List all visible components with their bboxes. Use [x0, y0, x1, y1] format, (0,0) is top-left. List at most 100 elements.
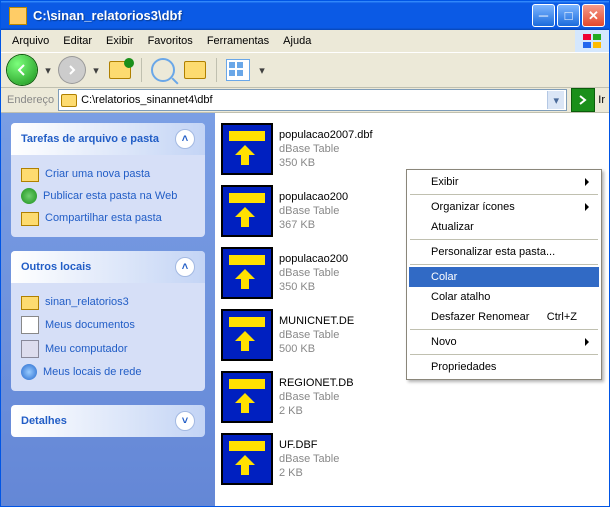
place-computer[interactable]: Meu computador: [21, 337, 195, 361]
separator: [410, 329, 598, 330]
file-size: 2 KB: [279, 466, 339, 480]
go-button[interactable]: [571, 88, 595, 112]
world-icon: [21, 188, 37, 204]
address-input[interactable]: C:\relatorios_sinannet4\dbf ▾: [58, 89, 567, 111]
details-title: Detalhes: [21, 415, 67, 427]
maximize-button[interactable]: □: [557, 4, 580, 27]
place-parent[interactable]: sinan_relatorios3: [21, 291, 195, 313]
back-button[interactable]: [7, 55, 37, 85]
place-network[interactable]: Meus locais de rede: [21, 361, 195, 383]
folders-button[interactable]: [182, 57, 208, 83]
menu-favoritos[interactable]: Favoritos: [141, 32, 200, 50]
menu-ajuda[interactable]: Ajuda: [276, 32, 318, 50]
search-icon: [151, 58, 175, 82]
separator: [410, 264, 598, 265]
computer-icon: [21, 340, 39, 358]
menu-exibir[interactable]: Exibir: [99, 32, 141, 50]
context-label: Colar atalho: [431, 291, 490, 303]
search-button[interactable]: [150, 57, 176, 83]
context-item[interactable]: Colar: [409, 267, 599, 287]
task-new-folder[interactable]: Criar uma nova pasta: [21, 163, 195, 185]
folder-icon: [21, 168, 39, 182]
address-label: Endereço: [7, 94, 54, 106]
context-item[interactable]: Propriedades: [409, 357, 599, 377]
folder-icon: [61, 94, 77, 107]
views-icon: [226, 59, 250, 81]
separator: [410, 239, 598, 240]
back-dropdown[interactable]: ▾: [43, 64, 53, 77]
places-title: Outros locais: [21, 261, 91, 273]
file-size: 500 KB: [279, 342, 354, 356]
context-menu: Exibir Organizar ícones Atualizar Personali…: [406, 169, 602, 380]
file-name: MUNICNET.DE: [279, 314, 354, 328]
task-share[interactable]: Compartilhar esta pasta: [21, 207, 195, 229]
place-documents[interactable]: Meus documentos: [21, 313, 195, 337]
file-name: UF.DBF: [279, 438, 339, 452]
context-label: Exibir: [431, 176, 459, 188]
file-size: 367 KB: [279, 218, 348, 232]
task-publish[interactable]: Publicar esta pasta na Web: [21, 185, 195, 207]
documents-icon: [21, 316, 39, 334]
minimize-button[interactable]: ─: [532, 4, 555, 27]
separator: [410, 354, 598, 355]
menu-arquivo[interactable]: Arquivo: [5, 32, 56, 50]
menu-editar[interactable]: Editar: [56, 32, 99, 50]
tasks-header[interactable]: Tarefas de arquivo e pasta ˄: [11, 123, 205, 155]
dbf-file-icon: [221, 433, 273, 485]
file-size: 2 KB: [279, 404, 354, 418]
context-label: Desfazer Renomear: [431, 311, 529, 323]
separator: [216, 58, 217, 82]
context-item[interactable]: Atualizar: [409, 217, 599, 237]
file-name: populacao200: [279, 252, 348, 266]
places-header[interactable]: Outros locais ˄: [11, 251, 205, 283]
menu-ferramentas[interactable]: Ferramentas: [200, 32, 276, 50]
file-size: 350 KB: [279, 156, 373, 170]
close-button[interactable]: ✕: [582, 4, 605, 27]
context-label: Organizar ícones: [431, 201, 515, 213]
tasks-title: Tarefas de arquivo e pasta: [21, 133, 159, 145]
file-item[interactable]: UF.DBFdBase Table2 KB: [221, 433, 603, 485]
file-name: populacao2007.dbf: [279, 128, 373, 142]
details-header[interactable]: Detalhes ˅: [11, 405, 205, 437]
file-type: dBase Table: [279, 204, 348, 218]
go-label: Ir: [598, 94, 605, 106]
context-item[interactable]: Exibir: [409, 172, 599, 192]
shortcut: Ctrl+Z: [547, 311, 577, 323]
file-type: dBase Table: [279, 142, 373, 156]
menubar: Arquivo Editar Exibir Favoritos Ferramen…: [1, 30, 609, 52]
file-type: dBase Table: [279, 452, 339, 466]
context-label: Atualizar: [431, 221, 474, 233]
views-dropdown[interactable]: ▾: [257, 64, 267, 77]
details-panel: Detalhes ˅: [11, 405, 205, 437]
context-item[interactable]: Personalizar esta pasta...: [409, 242, 599, 262]
dbf-file-icon: [221, 309, 273, 361]
sidebar: Tarefas de arquivo e pasta ˄ Criar uma n…: [1, 113, 215, 507]
titlebar[interactable]: C:\sinan_relatorios3\dbf ─ □ ✕: [1, 1, 609, 30]
dbf-file-icon: [221, 185, 273, 237]
context-item[interactable]: Novo: [409, 332, 599, 352]
context-label: Novo: [431, 336, 457, 348]
forward-button[interactable]: [59, 57, 85, 83]
collapse-icon: ˄: [175, 129, 195, 149]
context-label: Propriedades: [431, 361, 496, 373]
file-name: populacao200: [279, 190, 348, 204]
address-dropdown[interactable]: ▾: [547, 91, 564, 109]
dbf-file-icon: [221, 371, 273, 423]
address-bar: Endereço C:\relatorios_sinannet4\dbf ▾ I…: [1, 88, 609, 113]
dbf-file-icon: [221, 123, 273, 175]
file-item[interactable]: populacao2007.dbfdBase Table350 KB: [221, 123, 603, 175]
dbf-file-icon: [221, 247, 273, 299]
file-size: 350 KB: [279, 280, 348, 294]
context-item[interactable]: Desfazer Renomear Ctrl+Z: [409, 307, 599, 327]
file-type: dBase Table: [279, 266, 348, 280]
collapse-icon: ˄: [175, 257, 195, 277]
context-item[interactable]: Organizar ícones: [409, 197, 599, 217]
explorer-window: C:\sinan_relatorios3\dbf ─ □ ✕ Arquivo E…: [0, 0, 610, 507]
up-button[interactable]: [107, 57, 133, 83]
separator: [410, 194, 598, 195]
file-type: dBase Table: [279, 390, 354, 404]
views-button[interactable]: [225, 57, 251, 83]
context-item[interactable]: Colar atalho: [409, 287, 599, 307]
forward-dropdown[interactable]: ▾: [91, 64, 101, 77]
separator: [141, 58, 142, 82]
